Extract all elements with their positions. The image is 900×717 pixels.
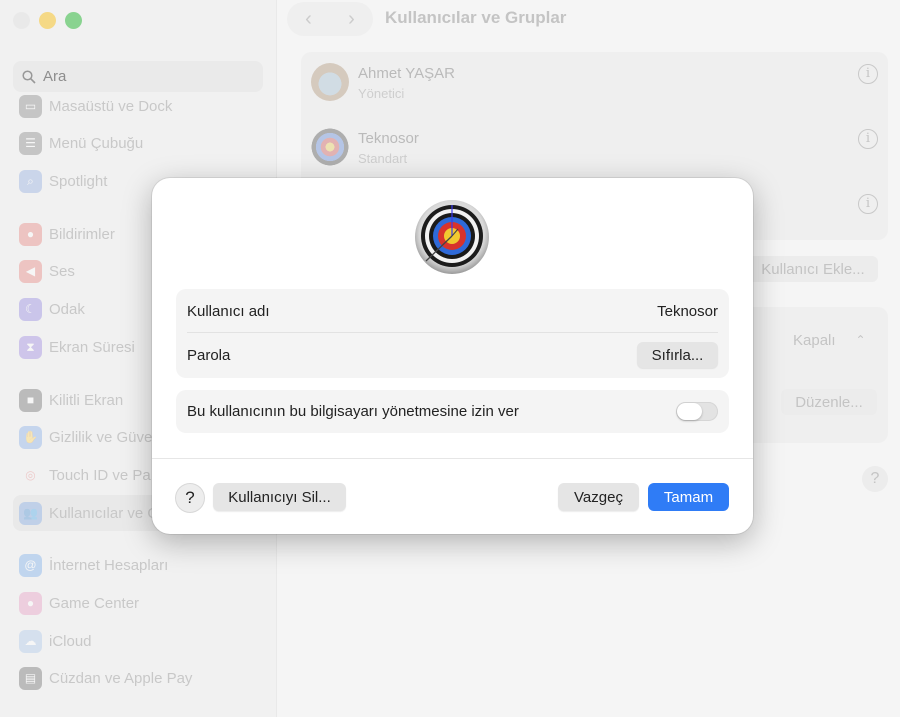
target-avatar	[415, 200, 489, 274]
admin-row: Bu kullanıcının bu bilgisayarı yönetmesi…	[187, 390, 718, 433]
delete-user-button[interactable]: Kullanıcıyı Sil...	[213, 483, 346, 511]
help-button[interactable]: ?	[176, 484, 204, 512]
username-value: Teknosor	[657, 302, 718, 320]
reset-password-button[interactable]: Sıfırla...	[637, 342, 718, 368]
admin-toggle[interactable]	[676, 402, 718, 421]
footer-divider	[152, 458, 753, 459]
username-label: Kullanıcı adı	[187, 302, 270, 320]
settings-window: Ara ▭ Masaüstü ve Dock ☰ Menü Çubuğu ⌕ S…	[0, 0, 900, 717]
cancel-button[interactable]: Vazgeç	[558, 483, 639, 511]
password-label: Parola	[187, 346, 231, 364]
account-settings-group: Kullanıcı adı Teknosor Parola Sıfırla...	[176, 289, 729, 378]
admin-group: Bu kullanıcının bu bilgisayarı yönetmesi…	[176, 390, 729, 433]
user-edit-dialog: Kullanıcı adı Teknosor Parola Sıfırla...…	[152, 178, 753, 534]
username-row: Kullanıcı adı Teknosor	[187, 289, 718, 333]
password-row: Parola Sıfırla...	[187, 333, 718, 377]
admin-toggle-label: Bu kullanıcının bu bilgisayarı yönetmesi…	[187, 403, 519, 420]
toggle-knob	[677, 403, 702, 420]
ok-button[interactable]: Tamam	[648, 483, 729, 511]
